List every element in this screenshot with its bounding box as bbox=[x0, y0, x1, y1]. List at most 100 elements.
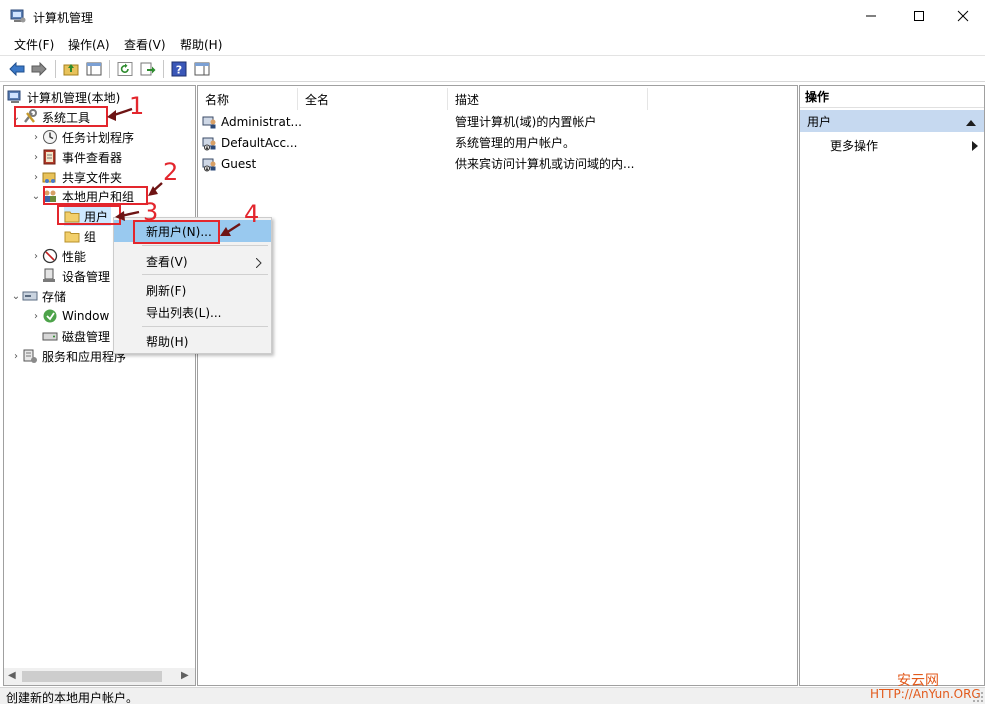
menu-file[interactable]: 文件(F) bbox=[14, 36, 54, 53]
tree-item-event-viewer[interactable]: › 事件查看器 bbox=[30, 147, 122, 167]
disk-icon bbox=[42, 328, 58, 344]
user-name: Administrat... bbox=[221, 114, 302, 129]
user-name: DefaultAcc... bbox=[221, 135, 298, 150]
tree-item-device-manager[interactable]: 设备管理 bbox=[42, 266, 110, 286]
collapse-icon[interactable]: ⌄ bbox=[10, 286, 22, 306]
computer-management-icon bbox=[10, 8, 26, 24]
annotation-number-4: 4 bbox=[244, 200, 260, 228]
close-button[interactable] bbox=[940, 0, 985, 32]
collapse-icon[interactable]: ⌄ bbox=[30, 186, 42, 206]
device-manager-icon bbox=[42, 268, 58, 284]
tree-label: 性能 bbox=[62, 249, 87, 264]
menu-action[interactable]: 操作(A) bbox=[68, 36, 110, 53]
event-log-icon bbox=[42, 149, 58, 165]
tree-item-windows-backup[interactable]: › Window bbox=[30, 306, 109, 326]
window-title: 计算机管理 bbox=[33, 11, 94, 25]
user-disabled-icon bbox=[202, 135, 218, 151]
tree-item-task-scheduler[interactable]: › 任务计划程序 bbox=[30, 127, 134, 147]
column-header-fullname[interactable]: 全名 bbox=[298, 88, 448, 110]
tree-item-groups[interactable]: 组 bbox=[64, 226, 96, 246]
expand-icon[interactable]: › bbox=[30, 246, 42, 266]
user-disabled-icon bbox=[202, 156, 218, 172]
expand-icon[interactable]: › bbox=[30, 167, 42, 187]
expand-icon[interactable]: › bbox=[30, 147, 42, 167]
tree-item-storage[interactable]: ⌄ 存储 bbox=[10, 286, 66, 306]
refresh-icon[interactable] bbox=[115, 59, 135, 79]
menu-help[interactable]: 帮助(H) bbox=[180, 36, 222, 53]
annotation-number-3: 3 bbox=[143, 198, 159, 226]
user-description: 系统管理的用户帐户。 bbox=[455, 136, 576, 150]
collapse-section-icon[interactable] bbox=[966, 116, 976, 130]
shared-folder-icon bbox=[42, 169, 58, 185]
more-actions[interactable]: 更多操作 bbox=[830, 137, 878, 154]
menu-export-list[interactable]: 导出列表(L)... bbox=[114, 301, 271, 323]
folder-icon bbox=[64, 228, 80, 244]
submenu-arrow-icon bbox=[972, 140, 978, 154]
status-bar bbox=[0, 687, 985, 704]
tree-item-root[interactable]: 计算机管理(本地) bbox=[7, 87, 120, 107]
resize-grip-icon[interactable] bbox=[972, 691, 984, 703]
svg-text:?: ? bbox=[176, 64, 182, 77]
tree-label: 共享文件夹 bbox=[62, 170, 123, 185]
submenu-arrow-icon bbox=[255, 257, 262, 271]
user-icon bbox=[202, 114, 218, 130]
computer-management-icon bbox=[7, 89, 23, 105]
tree-item-services-apps[interactable]: › 服务和应用程序 bbox=[10, 346, 126, 366]
show-hide-tree-icon[interactable] bbox=[84, 59, 104, 79]
tree-label: 组 bbox=[84, 229, 97, 244]
expand-icon[interactable]: › bbox=[30, 127, 42, 147]
actions-section-users[interactable]: 用户 bbox=[800, 110, 984, 132]
back-icon[interactable] bbox=[7, 59, 27, 79]
minimize-button[interactable] bbox=[848, 0, 894, 32]
annotation-number-1: 1 bbox=[129, 92, 145, 120]
menu-help-item[interactable]: 帮助(H) bbox=[114, 330, 271, 352]
tree-label: 设备管理 bbox=[62, 269, 111, 284]
up-folder-icon[interactable] bbox=[61, 59, 81, 79]
scrollbar-thumb[interactable] bbox=[22, 671, 162, 682]
user-description: 管理计算机(域)的内置帐户 bbox=[455, 115, 597, 129]
menu-view[interactable]: 查看(V) bbox=[124, 36, 166, 53]
watermark-url: HTTP://AnYun.ORG bbox=[870, 687, 981, 701]
tree-label: 计算机管理(本地) bbox=[27, 90, 121, 105]
tree-item-disk-management[interactable]: 磁盘管理 bbox=[42, 326, 110, 346]
export-list-icon[interactable] bbox=[138, 59, 158, 79]
scroll-left-icon[interactable]: ◀ bbox=[8, 670, 16, 681]
annotation-box-3 bbox=[57, 205, 121, 225]
column-header-description[interactable]: 描述 bbox=[448, 88, 648, 110]
expand-icon[interactable]: › bbox=[10, 346, 22, 366]
clock-icon bbox=[42, 129, 58, 145]
scroll-right-icon[interactable]: ▶ bbox=[181, 670, 189, 681]
properties-pane-icon[interactable] bbox=[192, 59, 212, 79]
status-text: 创建新的本地用户帐户。 bbox=[6, 691, 139, 705]
section-label: 用户 bbox=[807, 114, 832, 129]
annotation-number-2: 2 bbox=[163, 158, 179, 186]
user-list-view[interactable] bbox=[197, 85, 798, 686]
backup-icon bbox=[42, 308, 58, 324]
tree-item-performance[interactable]: › 性能 bbox=[30, 246, 86, 266]
user-description: 供来宾访问计算机或访问域的内... bbox=[455, 157, 635, 171]
list-item[interactable]: Administrat... bbox=[202, 111, 302, 132]
menu-view-submenu[interactable]: 查看(V) bbox=[114, 250, 271, 272]
list-item[interactable]: Guest bbox=[202, 153, 256, 174]
tree-label: 磁盘管理 bbox=[62, 329, 111, 344]
tree-item-shared-folders[interactable]: › 共享文件夹 bbox=[30, 167, 122, 187]
expand-icon[interactable]: › bbox=[30, 306, 42, 326]
storage-icon bbox=[22, 288, 38, 304]
tree-label: 事件查看器 bbox=[62, 150, 123, 165]
maximize-button[interactable] bbox=[896, 0, 942, 32]
actions-header: 操作 bbox=[800, 86, 984, 108]
performance-icon bbox=[42, 248, 58, 264]
user-name: Guest bbox=[221, 156, 257, 171]
annotation-box-1 bbox=[14, 106, 108, 127]
forward-icon[interactable] bbox=[29, 59, 49, 79]
list-item[interactable]: DefaultAcc... bbox=[202, 132, 297, 153]
tree-label: Window bbox=[62, 309, 110, 323]
title-bar bbox=[0, 0, 985, 32]
help-icon[interactable]: ? bbox=[169, 59, 189, 79]
annotation-box-2 bbox=[43, 186, 148, 205]
column-header-name[interactable]: 名称 bbox=[198, 88, 298, 110]
services-icon bbox=[22, 348, 38, 364]
menu-refresh[interactable]: 刷新(F) bbox=[114, 279, 271, 301]
tree-label: 存储 bbox=[42, 289, 67, 304]
actions-pane bbox=[799, 85, 985, 686]
